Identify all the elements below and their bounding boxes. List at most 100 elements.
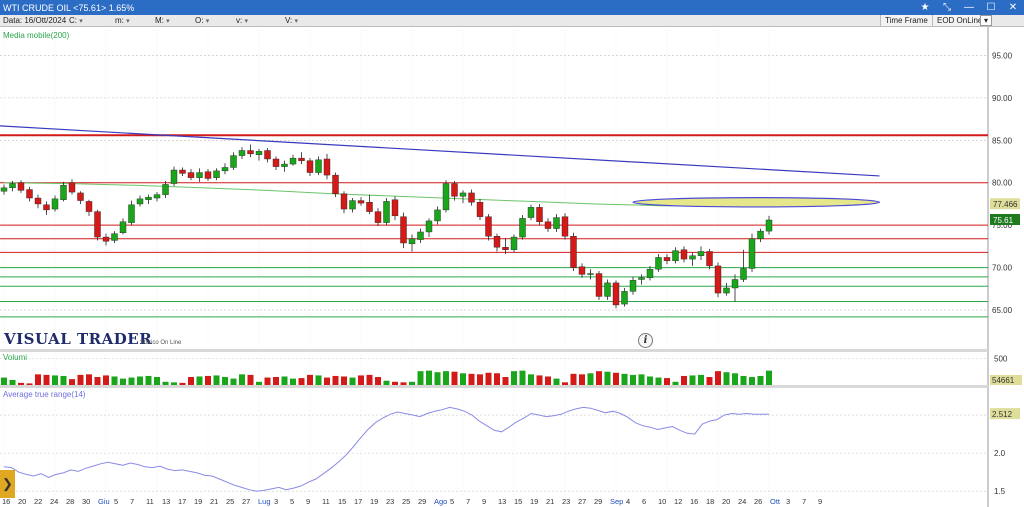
time-tick-label: 26 <box>754 497 762 506</box>
candle-body <box>570 236 577 268</box>
volume-field: V: ▾ <box>285 16 298 25</box>
time-tick-label: 19 <box>370 497 378 506</box>
volume-bar <box>179 382 186 385</box>
chevron-down-icon: ▾ <box>294 18 299 25</box>
price-tick-label: 65.00 <box>992 306 1013 315</box>
time-tick-label: 15 <box>514 497 522 506</box>
candle-body <box>43 204 50 211</box>
time-tick-label: 21 <box>210 497 218 506</box>
volume-bar <box>205 375 211 385</box>
volume-bar <box>426 370 432 385</box>
chevron-down-icon: ▾ <box>126 18 130 25</box>
candle-body <box>34 197 42 205</box>
candle-body <box>459 192 467 197</box>
volume-bar <box>137 376 143 385</box>
candle-body <box>179 169 186 174</box>
candle-body <box>510 236 518 250</box>
pane-separator <box>0 385 988 388</box>
candle-body <box>145 196 152 200</box>
candle-body <box>238 150 246 156</box>
date-field: Data: 16/Ott/2024 <box>3 16 67 25</box>
candle-body <box>757 230 764 239</box>
chart-canvas[interactable]: 65.0070.0075.0080.0085.0090.0095.0075.61… <box>0 27 1024 507</box>
open-label: O: <box>195 16 204 25</box>
candle-body <box>60 185 67 200</box>
candle-body <box>187 172 195 178</box>
candle-body <box>706 251 713 267</box>
candle-body <box>366 202 373 212</box>
volume-bar <box>69 379 75 385</box>
time-tick-label: 6 <box>642 497 646 506</box>
max-label: M: <box>155 16 164 25</box>
time-tick-label: 9 <box>306 497 310 506</box>
volume-bar <box>366 374 373 385</box>
close-label: C: <box>69 16 77 25</box>
atr-tick-label: 2.0 <box>994 449 1006 458</box>
candle-body <box>298 157 305 161</box>
candle-body <box>85 201 93 212</box>
candle-body <box>672 250 679 262</box>
volume-bar <box>596 371 602 385</box>
volume-bar <box>613 372 619 385</box>
timeframe-button[interactable]: Time Frame <box>880 15 932 26</box>
close-button[interactable]: ✕ <box>1002 2 1024 13</box>
candle-body <box>748 238 756 269</box>
volume-bar <box>307 374 313 385</box>
chart-area[interactable]: 65.00 70.00 75.00 80.00 85.00 90.00 95.00 75.61… <box>0 27 1024 507</box>
time-tick-label: 17 <box>178 497 186 506</box>
candle-body <box>51 198 59 210</box>
minimize-button[interactable]: — <box>958 2 980 13</box>
candle-body <box>170 169 178 184</box>
volume-bar <box>111 376 118 385</box>
volume-bar <box>18 382 24 385</box>
atr-legend: Average true range(14) <box>3 390 86 399</box>
time-tick-label: 25 <box>402 497 410 506</box>
candle-body <box>289 157 297 165</box>
pin-icon[interactable]: ⤡ <box>936 2 958 13</box>
candle-body <box>451 183 458 197</box>
volume-bar <box>723 372 730 385</box>
candle-body <box>561 216 569 237</box>
star-icon[interactable]: ★ <box>914 2 936 13</box>
volume-bar <box>689 375 696 385</box>
volume-bar <box>349 377 356 385</box>
candle-body <box>689 255 696 260</box>
info-icon[interactable]: i <box>638 333 653 348</box>
candle-body <box>315 159 322 173</box>
sidebar-expand-icon[interactable]: ❯ <box>0 470 15 498</box>
volume-bar <box>60 375 67 385</box>
ma-legend: Media mobile(200) <box>3 31 70 40</box>
volume-bar <box>1 377 7 385</box>
volume-tick-label: 500 <box>994 354 1008 363</box>
volume-bar <box>315 375 322 385</box>
time-tick-label: 13 <box>498 497 506 506</box>
candle-body <box>485 216 492 237</box>
candle-body <box>578 266 586 275</box>
close-field: C: ▾ <box>69 16 83 25</box>
volume-bar <box>120 378 126 385</box>
candle-body <box>740 268 747 280</box>
candle-body <box>502 247 509 250</box>
volume-bar <box>519 370 526 385</box>
maximize-button[interactable]: ☐ <box>980 2 1002 13</box>
time-tick-label: 7 <box>466 497 470 506</box>
source-dropdown-icon[interactable]: ▾ <box>980 15 992 26</box>
candle-body <box>247 150 254 155</box>
volume-bar <box>740 375 747 385</box>
source-select[interactable]: EOD OnLine <box>932 15 987 26</box>
time-tick-label: 4 <box>626 497 630 506</box>
time-tick-label: 28 <box>66 497 74 506</box>
candle-body <box>663 257 671 262</box>
volume-bar <box>145 375 152 385</box>
candle-body <box>400 216 407 244</box>
volume-bar <box>562 382 568 385</box>
volume-bar <box>502 377 509 385</box>
chevron-down-icon: ▾ <box>205 18 210 25</box>
volume-bar <box>766 370 772 385</box>
time-tick-label: 19 <box>194 497 202 506</box>
time-tick-label: 16 <box>690 497 698 506</box>
candle-body <box>349 200 356 210</box>
time-tick-label: 25 <box>226 497 234 506</box>
candle-body <box>553 217 560 229</box>
volume-bar <box>239 374 245 385</box>
